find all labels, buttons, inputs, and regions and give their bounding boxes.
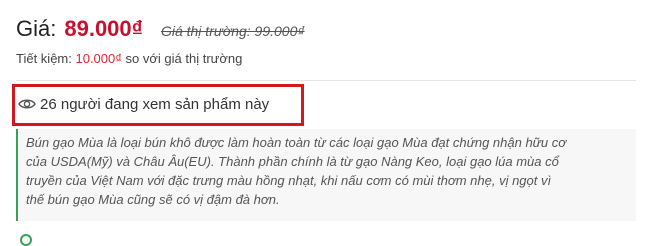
- savings-prefix: Tiết kiệm:: [16, 51, 72, 66]
- description-line: của USDA(Mỹ) và Châu Âu(EU). Thành phần …: [26, 154, 559, 169]
- description-line: Bún gạo Mùa là loại bún khô được làm hoà…: [26, 135, 567, 150]
- eye-icon: [18, 99, 36, 109]
- price-label: Giá:: [16, 16, 57, 41]
- savings-suffix: so với giá thị trường: [125, 51, 243, 66]
- price-row: Giá: 89.000₫ Giá thị trường: 99.000₫: [16, 16, 305, 48]
- description-line: truyền của Việt Nam với đặc trưng màu hồ…: [26, 173, 552, 188]
- viewers-count: 26 người đang xem sản phẩm này: [18, 93, 269, 115]
- product-description: Bún gạo Mùa là loại bún khô được làm hoà…: [16, 129, 636, 221]
- market-price: Giá thị trường: 99.000₫: [160, 23, 305, 39]
- divider: [16, 80, 636, 81]
- viewers-text: 26 người đang xem sản phẩm này: [40, 95, 270, 113]
- savings-amount: 10.000₫: [75, 51, 122, 66]
- savings-row: Tiết kiệm: 10.000₫ so với giá thị trường: [16, 51, 242, 66]
- description-line: thế bún gạo Mùa cũng sẽ có vị đậm đà hơn…: [26, 192, 280, 207]
- current-price: 89.000₫: [64, 16, 143, 41]
- circle-icon: [20, 234, 32, 246]
